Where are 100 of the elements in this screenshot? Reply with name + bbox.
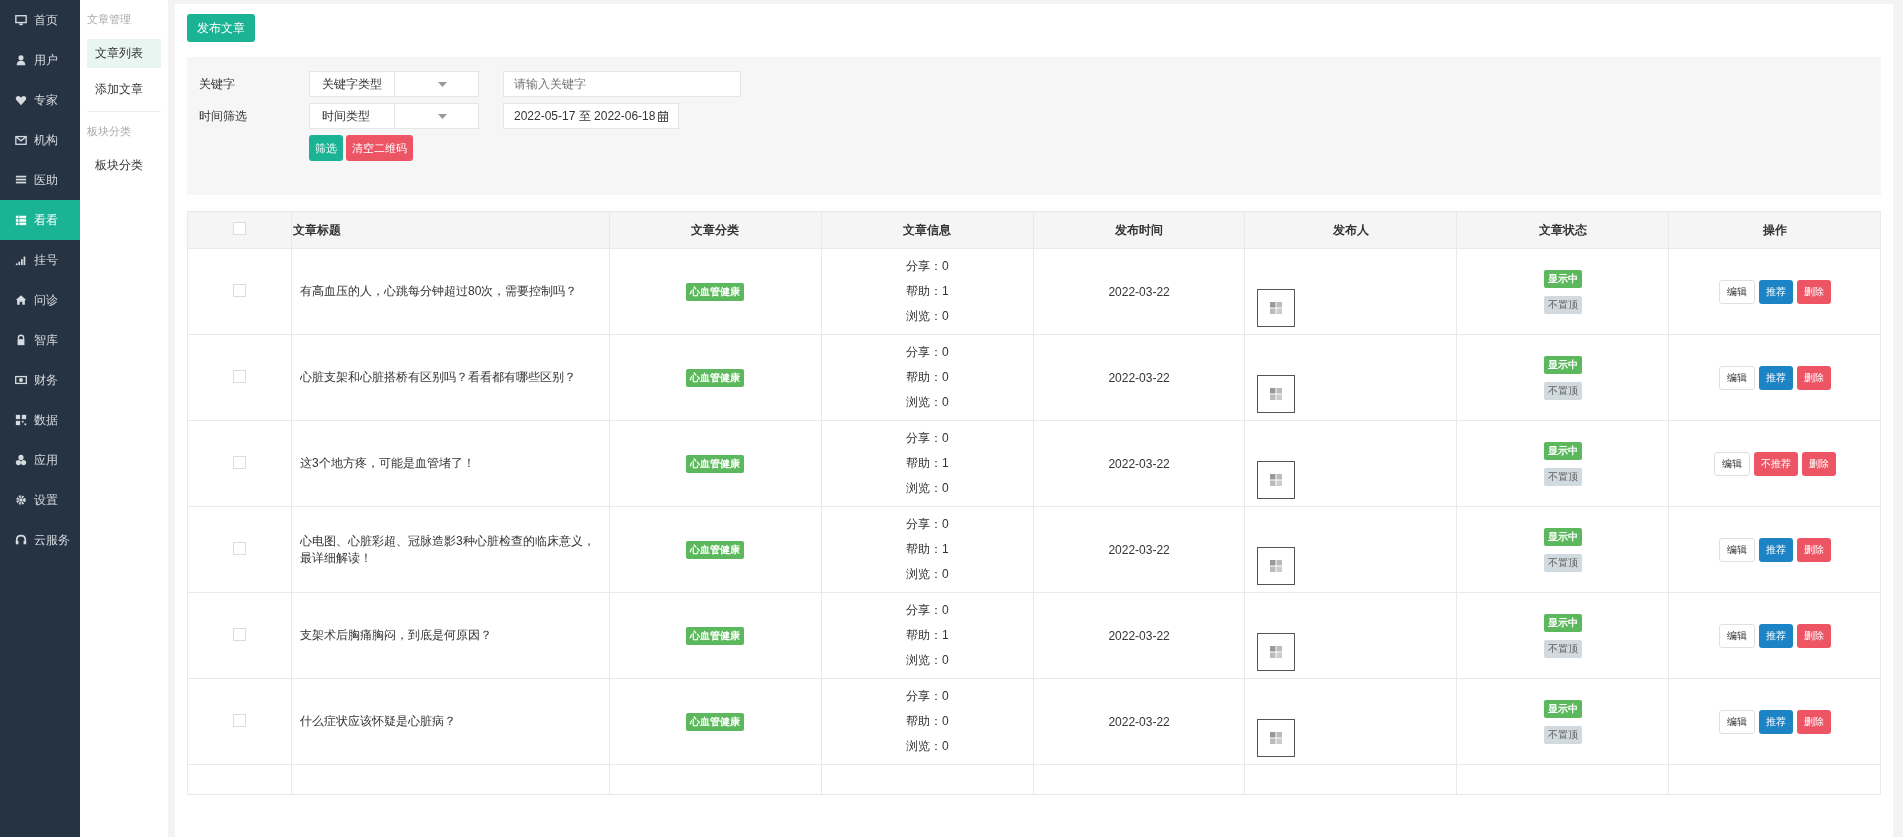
caret-icon [437,81,447,87]
nav-item[interactable]: 数据 [0,400,80,440]
action-button[interactable]: 推荐 [1758,279,1793,304]
publish-date: 2022-03-22 [1033,248,1245,335]
sub-nav-item[interactable]: 文章列表 [87,39,161,68]
article-stat: 分享：0 [904,430,950,447]
status-badge: 不置顶 [1543,639,1582,658]
nav-item[interactable]: 首页 [0,0,80,40]
status-badge: 不置顶 [1543,381,1582,400]
type-dropdown[interactable]: 时间类型 [309,103,479,129]
article-stat: 分享：0 [904,258,950,275]
nav-icon [15,14,27,26]
category-tag: 心血管健康 [686,712,745,731]
select-all-checkbox[interactable] [233,222,246,235]
status-badge: 显示中 [1543,441,1582,460]
caret-icon [437,113,447,119]
nav-item[interactable]: 设置 [0,480,80,520]
image-icon [1270,474,1283,486]
category-tag: 心血管健康 [686,454,745,473]
action-button[interactable]: 推荐 [1758,537,1793,562]
type-dropdown[interactable]: 关键字类型 [309,71,479,97]
article-stat: 分享：0 [904,688,950,705]
column-header: 操作 [1668,211,1881,249]
keyword-input[interactable]: 请输入关键字 [503,71,741,97]
action-button[interactable]: 推荐 [1758,623,1793,648]
nav-icon [15,134,27,146]
nav-item[interactable]: 问诊 [0,280,80,320]
row-checkbox[interactable] [233,627,246,641]
publish-date: 2022-03-22 [1033,678,1245,765]
article-stat: 浏览：0 [904,394,950,411]
nav-item[interactable]: 用户 [0,40,80,80]
image-icon [1270,560,1283,572]
action-button[interactable]: 编辑 [1718,365,1755,390]
status-badge: 显示中 [1543,613,1582,632]
action-button[interactable]: 推荐 [1758,365,1793,390]
status-badge: 不置顶 [1543,553,1582,572]
status-badge: 显示中 [1543,527,1582,546]
nav-icon [15,414,27,426]
nav-item[interactable]: 挂号 [0,240,80,280]
article-stat: 浏览：0 [904,308,950,325]
category-tag: 心血管健康 [686,368,745,387]
nav-icon [15,294,27,306]
row-checkbox[interactable] [233,369,246,383]
article-stat: 浏览：0 [904,738,950,755]
column-header: 发布人 [1245,211,1457,249]
action-button[interactable]: 编辑 [1718,623,1755,648]
category-tag: 心血管健康 [686,626,745,645]
article-stat: 分享：0 [904,602,950,619]
nav-icon [15,334,27,346]
row-checkbox[interactable] [233,283,246,297]
article-stat: 帮助：1 [904,627,950,644]
status-badge: 不置顶 [1543,295,1582,314]
publish-date: 2022-03-22 [1033,420,1245,507]
nav-icon [15,214,27,226]
action-button[interactable]: 编辑 [1718,537,1755,562]
sub-nav-item[interactable]: 板块分类 [87,151,161,180]
article-title: 心电图、心脏彩超、冠脉造影3种心脏检查的临床意义，最详细解读！ [291,506,610,593]
row-checkbox[interactable] [233,713,246,727]
image-icon [1270,646,1283,658]
nav-item[interactable]: 医助 [0,160,80,200]
nav-icon [15,94,27,106]
article-title: 什么症状应该怀疑是心脏病？ [291,678,610,765]
row-checkbox[interactable] [233,455,246,469]
action-button[interactable]: 编辑 [1713,451,1750,476]
nav-icon [15,54,27,66]
column-header: 文章状态 [1456,211,1669,249]
status-badge: 不置顶 [1543,725,1582,744]
nav-item[interactable]: 智库 [0,320,80,360]
nav-icon [15,454,27,466]
column-header: 发布时间 [1033,211,1245,249]
nav-icon [15,534,27,546]
sub-nav-item[interactable]: 添加文章 [87,75,161,104]
column-header: 文章信息 [821,211,1034,249]
nav-item[interactable]: 专家 [0,80,80,120]
status-badge: 显示中 [1543,699,1582,718]
article-stat: 帮助：0 [904,369,950,386]
section-title: 板块分类 [87,124,132,139]
nav-item[interactable]: 机构 [0,120,80,160]
nav-item[interactable]: 财务 [0,360,80,400]
nav-item[interactable]: 应用 [0,440,80,480]
status-badge: 显示中 [1543,355,1582,374]
nav-item[interactable]: 云服务 [0,520,80,560]
article-stat: 浏览：0 [904,566,950,583]
article-stat: 帮助：0 [904,713,950,730]
action-button[interactable]: 推荐 [1758,709,1793,734]
status-badge: 显示中 [1543,269,1582,288]
action-button[interactable]: 编辑 [1718,279,1755,304]
nav-icon [15,494,27,506]
article-stat: 分享：0 [904,344,950,361]
nav-icon [15,374,27,386]
publish-date: 2022-03-22 [1033,592,1245,679]
article-stat: 帮助：1 [904,283,950,300]
section-title: 文章管理 [87,12,132,27]
row-checkbox[interactable] [233,541,246,555]
date-range-field[interactable]: 2022-05-17 至 2022-06-18 [503,103,680,129]
status-badge: 不置顶 [1543,467,1582,486]
filter-label: 关键字 [199,75,236,93]
image-icon [1270,302,1283,314]
action-button[interactable]: 编辑 [1718,709,1755,734]
publish-date: 2022-03-22 [1033,506,1245,593]
